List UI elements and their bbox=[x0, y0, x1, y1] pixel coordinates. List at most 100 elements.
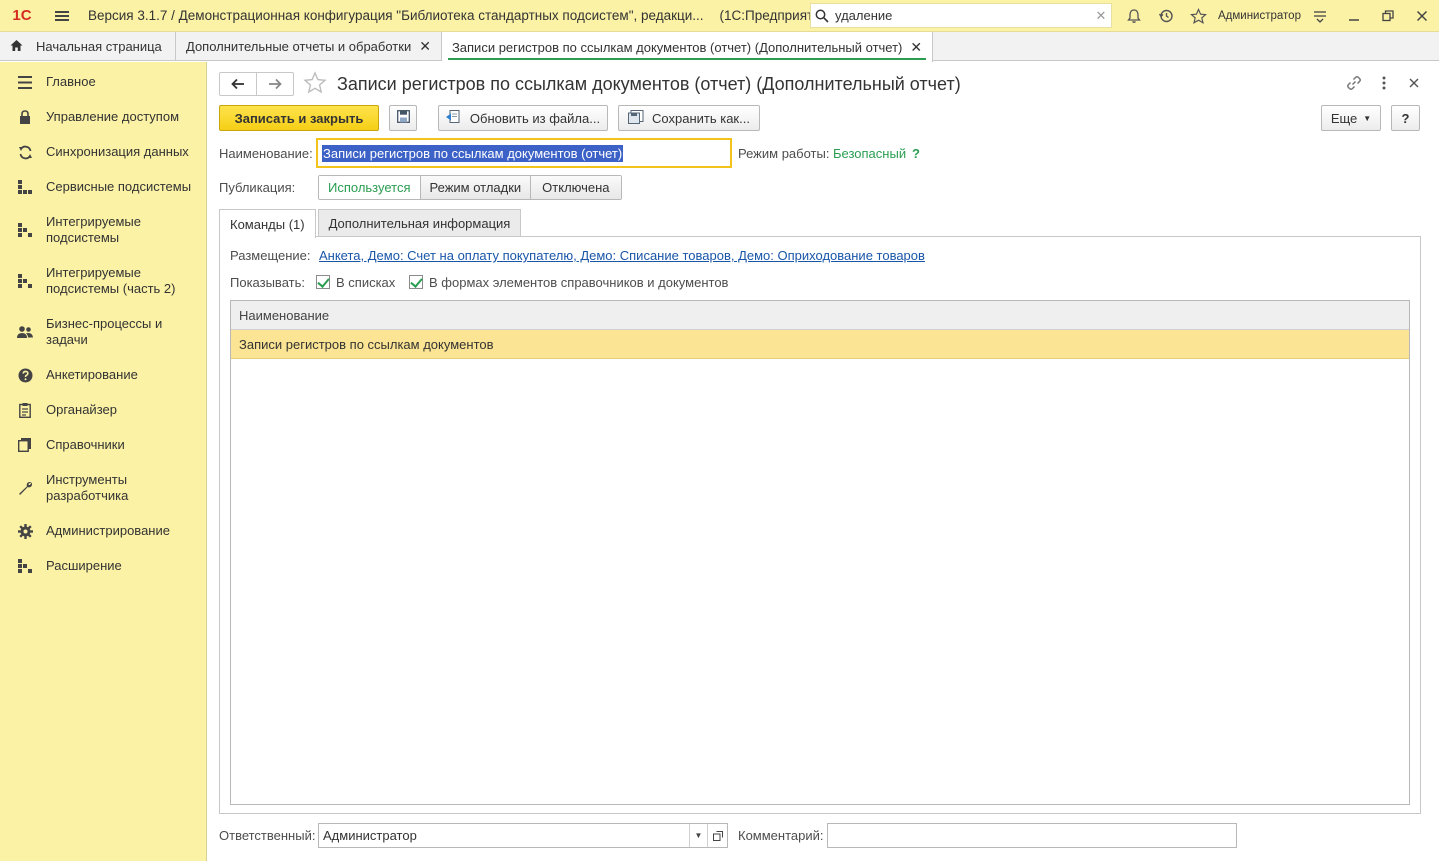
sidebar-item-integrated-2[interactable]: Интегрируемые подсистемы (часть 2) bbox=[0, 264, 207, 298]
search-box[interactable]: удаление ✕ bbox=[810, 3, 1112, 28]
more-vertical-icon[interactable] bbox=[1369, 72, 1399, 94]
history-icon[interactable] bbox=[1150, 0, 1182, 32]
sidebar-item-label: Сервисные подсистемы bbox=[46, 179, 192, 194]
forward-arrow-icon[interactable] bbox=[256, 73, 293, 95]
dropdown-arrow-icon[interactable]: ▼ bbox=[689, 824, 707, 847]
navigation-buttons bbox=[219, 72, 294, 96]
help-button[interactable]: ? bbox=[1391, 105, 1420, 131]
blocks-icon bbox=[16, 272, 34, 290]
sidebar-item-label: Интегрируемые подсистемы bbox=[46, 214, 141, 245]
sidebar-item-access[interactable]: Управление доступом bbox=[0, 107, 207, 127]
minimize-icon[interactable] bbox=[1337, 0, 1371, 32]
update-from-file-button[interactable]: Обновить из файла... bbox=[438, 105, 608, 131]
clear-search-icon[interactable]: ✕ bbox=[1091, 8, 1111, 24]
mode-label: Режим работы: bbox=[738, 146, 830, 161]
window-controls bbox=[1303, 0, 1439, 32]
save-as-button[interactable]: Сохранить как... bbox=[618, 105, 760, 131]
show-in-forms-checkbox[interactable] bbox=[409, 275, 423, 289]
books-icon bbox=[16, 436, 34, 454]
name-label: Наименование: bbox=[219, 146, 313, 161]
show-in-lists-checkbox[interactable] bbox=[316, 275, 330, 289]
publication-option-used[interactable]: Используется bbox=[319, 176, 420, 199]
tab-commands[interactable]: Команды (1) bbox=[219, 209, 316, 238]
tab-current-report[interactable]: Записи регистров по ссылкам документов (… bbox=[441, 32, 934, 62]
commands-table: Наименование Записи регистров по ссылкам… bbox=[230, 300, 1410, 805]
dropdown-arrow-icon: ▼ bbox=[1363, 113, 1372, 123]
save-button[interactable] bbox=[389, 105, 417, 131]
tab-home-page[interactable]: Начальная страница bbox=[0, 32, 176, 61]
tab-additional-info[interactable]: Дополнительная информация bbox=[317, 209, 522, 237]
notepad-icon bbox=[16, 401, 34, 419]
sections-panel: Главное Управление доступом Синхронизаци… bbox=[0, 62, 207, 861]
close-tab-icon[interactable]: ✕ bbox=[419, 38, 431, 55]
nodes-icon bbox=[16, 178, 34, 196]
sidebar-item-service[interactable]: Сервисные подсистемы bbox=[0, 177, 207, 197]
comment-field[interactable] bbox=[827, 823, 1237, 848]
sidebar-item-extension[interactable]: Расширение bbox=[0, 556, 207, 576]
name-input[interactable]: Записи регистров по ссылкам документов (… bbox=[316, 138, 732, 168]
app-logo[interactable]: 1С bbox=[0, 0, 44, 32]
tab-additional-reports[interactable]: Дополнительные отчеты и обработки ✕ bbox=[176, 32, 442, 61]
responsible-label: Ответственный: bbox=[219, 828, 316, 843]
bell-icon[interactable] bbox=[1118, 0, 1150, 32]
sidebar-item-dev-tools[interactable]: Инструменты разработчика bbox=[0, 471, 207, 505]
app-title: Версия 3.1.7 / Демонстрационная конфигур… bbox=[88, 8, 704, 23]
placement-label: Размещение: bbox=[230, 248, 311, 263]
favorites-star-icon[interactable] bbox=[1182, 0, 1214, 32]
tab-label: Записи регистров по ссылкам документов (… bbox=[451, 39, 903, 55]
placement-link[interactable]: Анкета, Демо: Счет на оплату покупателю,… bbox=[319, 248, 925, 263]
back-arrow-icon[interactable] bbox=[220, 73, 256, 95]
link-icon[interactable] bbox=[1339, 72, 1369, 94]
app-logo-text: 1С bbox=[12, 7, 32, 24]
publication-label: Публикация: bbox=[219, 180, 296, 195]
sidebar-item-integrated[interactable]: Интегрируемые подсистемы bbox=[0, 213, 207, 247]
mode-help-link[interactable]: ? bbox=[912, 146, 920, 161]
sidebar-item-label: Органайзер bbox=[46, 402, 117, 417]
sidebar-item-label: Анкетирование bbox=[46, 367, 138, 382]
table-cell: Записи регистров по ссылкам документов bbox=[239, 336, 494, 352]
sidebar-item-business-processes[interactable]: Бизнес-процессы и задачи bbox=[0, 315, 207, 349]
sidebar-item-sync[interactable]: Синхронизация данных bbox=[0, 142, 207, 162]
sidebar-item-administration[interactable]: Администрирование bbox=[0, 521, 207, 541]
close-tab-icon[interactable]: ✕ bbox=[910, 39, 922, 56]
restore-icon[interactable] bbox=[1371, 0, 1405, 32]
publication-option-debug[interactable]: Режим отладки bbox=[419, 176, 531, 199]
title-bar: 1С Версия 3.1.7 / Демонстрационная конфи… bbox=[0, 0, 1439, 32]
sidebar-item-catalogs[interactable]: Справочники bbox=[0, 435, 207, 455]
report-form: Записи регистров по ссылкам документов (… bbox=[208, 62, 1439, 861]
user-name[interactable]: Администратор bbox=[1218, 10, 1301, 22]
title-toolbar: Администратор bbox=[1118, 0, 1309, 32]
wrench-icon bbox=[16, 479, 34, 497]
responsible-field[interactable]: Администратор ▼ bbox=[318, 823, 728, 848]
sidebar-item-main[interactable]: Главное bbox=[0, 72, 207, 92]
show-in-forms-label[interactable]: В формах элементов справочников и докуме… bbox=[429, 275, 728, 290]
commands-panel: Размещение: Анкета, Демо: Счет на оплату… bbox=[219, 236, 1421, 814]
more-button[interactable]: Еще ▼ bbox=[1321, 105, 1381, 131]
open-icon[interactable] bbox=[707, 824, 727, 847]
search-input[interactable]: удаление bbox=[833, 8, 1091, 23]
sidebar-item-organizer[interactable]: Органайзер bbox=[0, 400, 207, 420]
save-as-label: Сохранить как... bbox=[652, 110, 750, 126]
sidebar-item-label: Управление доступом bbox=[46, 109, 180, 124]
settings-menu-icon[interactable] bbox=[1303, 0, 1337, 32]
sidebar-item-label: Расширение bbox=[46, 558, 122, 573]
publication-option-disabled[interactable]: Отключена bbox=[530, 176, 621, 199]
publication-switch: Используется Режим отладки Отключена bbox=[318, 175, 622, 200]
table-row[interactable]: Записи регистров по ссылкам документов bbox=[231, 330, 1409, 359]
table-header[interactable]: Наименование bbox=[231, 301, 1409, 330]
close-window-icon[interactable] bbox=[1405, 0, 1439, 32]
mode-value[interactable]: Безопасный bbox=[833, 146, 906, 161]
more-label: Еще bbox=[1330, 110, 1358, 126]
close-form-icon[interactable] bbox=[1399, 72, 1429, 94]
floppy-disk-icon bbox=[396, 110, 410, 126]
main-menu-button[interactable] bbox=[44, 0, 80, 32]
save-and-close-button[interactable]: Записать и закрыть bbox=[219, 105, 379, 131]
help-label: ? bbox=[1401, 110, 1410, 126]
sidebar-item-label: Главное bbox=[46, 74, 96, 89]
favorite-star-icon[interactable] bbox=[303, 71, 327, 101]
sidebar-item-label: Синхронизация данных bbox=[46, 144, 189, 159]
sidebar-item-surveys[interactable]: Анкетирование bbox=[0, 365, 207, 385]
show-in-lists-label[interactable]: В списках bbox=[336, 275, 395, 290]
blocks-icon bbox=[16, 557, 34, 575]
import-file-icon bbox=[445, 109, 462, 127]
